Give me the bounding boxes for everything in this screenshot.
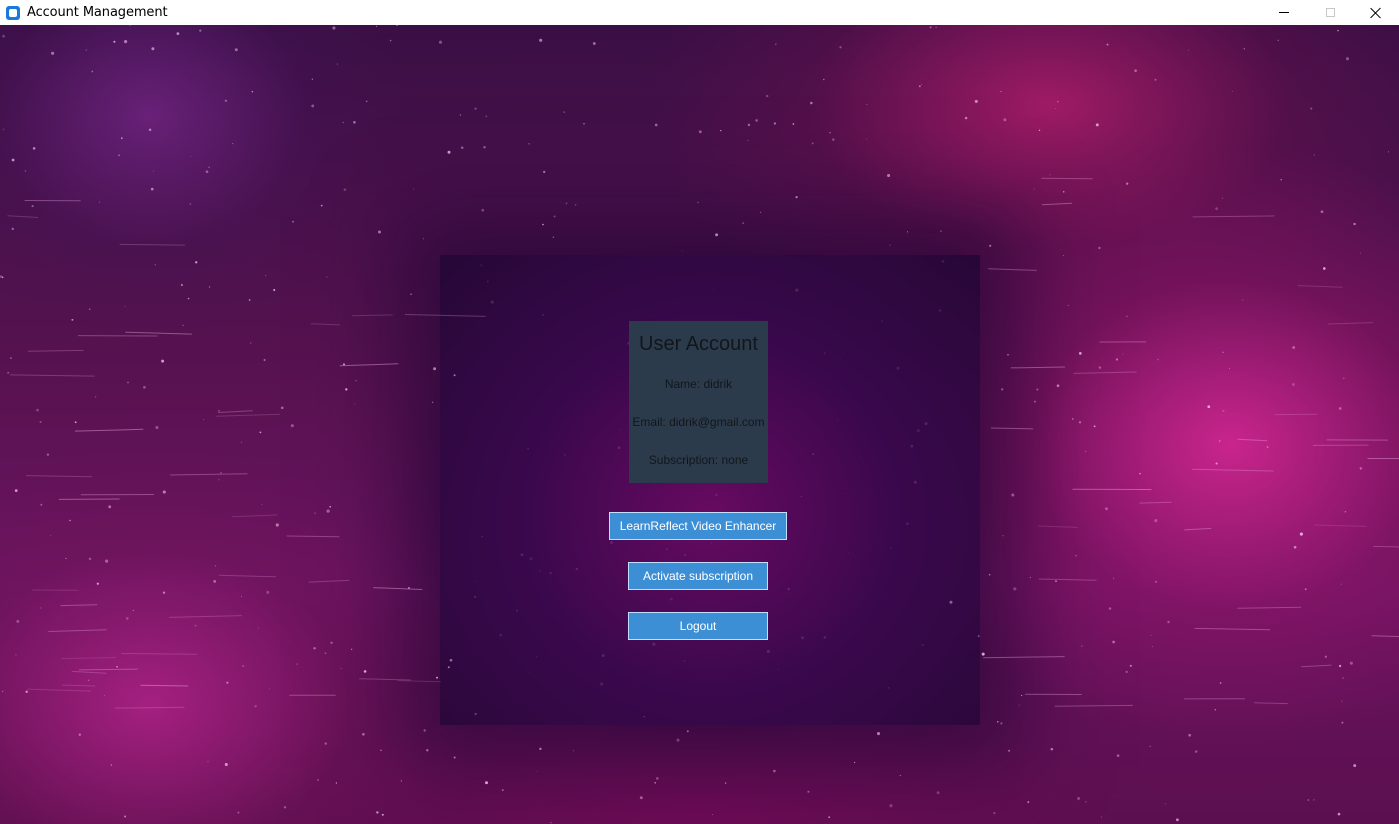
title-bar[interactable]: Account Management [0,0,1399,25]
logout-button[interactable]: Logout [628,612,768,640]
account-subscription: Subscription: none [648,453,749,467]
card-title: User Account [639,333,758,355]
video-enhancer-button[interactable]: LearnReflect Video Enhancer [609,512,787,540]
minimize-button[interactable] [1261,0,1307,25]
background-image: User Account Name: didrik Email: didrik@… [0,25,1399,824]
minimize-icon [1279,12,1289,13]
user-account-card: User Account Name: didrik Email: didrik@… [629,321,768,483]
activate-subscription-button[interactable]: Activate subscription [628,562,768,590]
window-controls [1261,0,1399,25]
close-button[interactable] [1353,0,1399,25]
account-email: Email: didrik@gmail.com [632,415,765,429]
window-title: Account Management [27,5,168,20]
close-icon [1370,7,1382,19]
maximize-icon [1325,8,1335,17]
app-window: Account Management User Account Name: di… [0,0,1399,824]
account-name: Name: didrik [664,377,733,391]
app-icon [6,5,20,20]
maximize-button[interactable] [1307,0,1353,25]
